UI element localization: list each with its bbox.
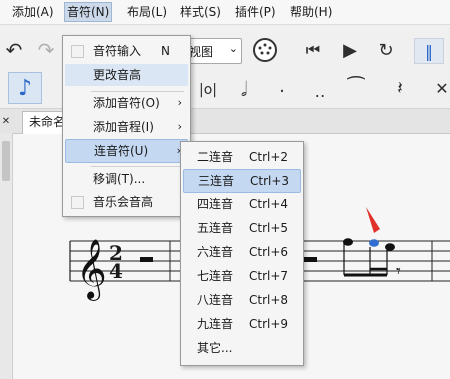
menu-item-label: 八连音 (197, 293, 234, 307)
menu-item-label: 九连音 (197, 317, 234, 331)
menu-item-shortcut: Ctrl+5 (249, 221, 289, 235)
time-signature-bottom: 4 (109, 259, 123, 283)
menu-item-nonuplet[interactable]: 九连音 Ctrl+9 (183, 313, 301, 335)
menu-item-quadruplet[interactable]: 四连音 Ctrl+4 (183, 193, 301, 215)
menu-item-shortcut: Ctrl+9 (249, 317, 289, 331)
menu-item-label: 连音符(U) (94, 144, 149, 158)
menu-item-shortcut: N (161, 44, 170, 58)
menu-item-other-tuplet[interactable]: 其它... (183, 337, 301, 359)
menu-item-change-pitch[interactable]: 更改音高 (65, 64, 188, 86)
menu-item-shortcut: Ctrl+6 (249, 245, 289, 259)
menu-item-duplet[interactable]: 二连音 Ctrl+2 (183, 146, 301, 168)
menu-item-triplet[interactable]: 三连音 Ctrl+3 (183, 169, 301, 193)
menu-item-shortcut: Ctrl+3 (250, 174, 290, 188)
menu-item-septuplet[interactable]: 七连音 Ctrl+7 (183, 265, 301, 287)
menu-item-label: 四连音 (197, 197, 234, 211)
menu-item-label: 三连音 (198, 174, 235, 188)
time-signature: 2 4 (108, 243, 124, 283)
menu-item-label: 移调(T)... (93, 172, 146, 186)
menu-item-octuplet[interactable]: 八连音 Ctrl+8 (183, 289, 301, 311)
menu-item-shortcut: Ctrl+7 (249, 269, 289, 283)
treble-clef-icon: 𝄞 (76, 239, 107, 301)
menu-item-shortcut: Ctrl+8 (249, 293, 289, 307)
menu-item-tuplets[interactable]: 连音符(U) › (65, 139, 188, 163)
menu-item-label: 五连音 (197, 221, 234, 235)
whole-rest (304, 257, 317, 262)
selected-note-head (369, 239, 379, 247)
menu-item-sextuplet[interactable]: 六连音 Ctrl+6 (183, 241, 301, 263)
whole-rest (140, 257, 153, 262)
menu-item-shortcut: Ctrl+2 (249, 150, 289, 164)
menu-item-add-interval[interactable]: 添加音程(I) › (65, 116, 188, 138)
eighth-rest: 𝄾 (396, 261, 401, 282)
menu-item-quintuplet[interactable]: 五连音 Ctrl+5 (183, 217, 301, 239)
menu-item-label: 其它... (197, 341, 233, 355)
menu-item-note-input[interactable]: 音符输入 N (65, 40, 188, 62)
concert-pitch-checkbox[interactable] (71, 196, 84, 209)
submenu-arrow-icon: › (177, 120, 182, 133)
menu-item-label: 七连音 (197, 269, 234, 283)
menu-item-shortcut: Ctrl+4 (249, 197, 289, 211)
menu-separator (91, 166, 184, 167)
menu-item-label: 音符输入 (93, 44, 142, 58)
menu-item-label: 二连音 (197, 150, 234, 164)
menu-item-add-note[interactable]: 添加音符(O) › (65, 92, 188, 114)
submenu-arrow-icon: › (177, 96, 182, 109)
menu-item-transpose[interactable]: 移调(T)... (65, 168, 188, 190)
menu-item-label: 音乐会音高 (93, 195, 154, 209)
menu-item-label: 六连音 (197, 245, 234, 259)
note-input-checkbox[interactable] (71, 45, 84, 58)
menu-item-label: 添加音程(I) (93, 120, 154, 134)
note-head (385, 243, 395, 251)
notes-menu: 音符输入 N 更改音高 添加音符(O) › 添加音程(I) › 连音符(U) ›… (62, 35, 191, 217)
red-arrow-icon (366, 207, 380, 233)
menu-item-concert-pitch[interactable]: 音乐会音高 (65, 191, 188, 213)
menu-item-label: 添加音符(O) (93, 96, 160, 110)
tuplets-submenu: 二连音 Ctrl+2 三连音 Ctrl+3 四连音 Ctrl+4 五连音 Ctr… (180, 141, 304, 366)
menu-item-label: 更改音高 (93, 68, 142, 82)
